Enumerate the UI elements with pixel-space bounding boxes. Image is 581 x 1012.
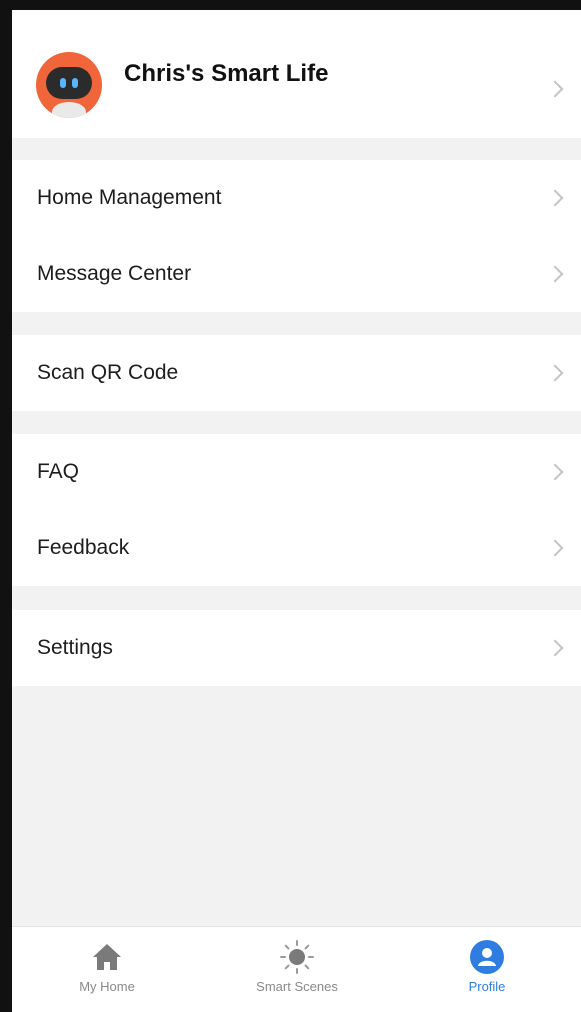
faq-item[interactable]: FAQ	[12, 434, 581, 510]
robot-avatar-icon	[36, 52, 102, 118]
settings-item[interactable]: Settings	[12, 610, 581, 686]
chevron-right-icon	[546, 80, 564, 98]
menu-group-help: FAQ Feedback	[12, 434, 581, 586]
menu-group-settings: Settings	[12, 610, 581, 686]
tab-my-home[interactable]: My Home	[12, 927, 202, 1012]
menu-item-label: Message Center	[37, 262, 192, 285]
tab-label: Smart Scenes	[256, 979, 338, 994]
chevron-right-icon	[546, 364, 564, 382]
chevron-right-icon	[546, 265, 564, 283]
avatar-eye-left	[60, 78, 66, 88]
avatar-body	[52, 102, 86, 118]
feedback-item[interactable]: Feedback	[12, 510, 581, 586]
chevron-right-icon	[546, 639, 564, 657]
device-frame: Chris's Smart Life Home Management Messa…	[0, 0, 581, 1012]
menu-item-label: FAQ	[37, 460, 80, 483]
menu-item-label: Feedback	[37, 536, 130, 559]
house-icon	[93, 944, 121, 970]
home-management-item[interactable]: Home Management	[12, 160, 581, 236]
sun-icon	[280, 940, 314, 974]
person-icon	[470, 940, 504, 974]
menu-group-scan: Scan QR Code	[12, 335, 581, 411]
message-center-item[interactable]: Message Center	[12, 236, 581, 312]
chevron-right-icon	[546, 189, 564, 207]
avatar-eye-right	[72, 78, 78, 88]
tab-label: My Home	[79, 979, 135, 994]
menu-item-label: Settings	[37, 636, 113, 659]
menu-item-label: Home Management	[37, 186, 222, 209]
avatar-face	[46, 67, 92, 99]
chevron-right-icon	[546, 463, 564, 481]
scan-qr-code-item[interactable]: Scan QR Code	[12, 335, 581, 411]
menu-group-home: Home Management Message Center	[12, 160, 581, 312]
profile-header[interactable]: Chris's Smart Life	[12, 10, 581, 138]
tab-label: Profile	[468, 979, 506, 994]
profile-name: Chris's Smart Life	[124, 60, 329, 87]
chevron-right-icon	[546, 539, 564, 557]
bottom-tab-bar: My Home Smart Scenes Profile	[12, 926, 581, 1012]
tab-profile[interactable]: Profile	[392, 927, 581, 1012]
profile-screen: Chris's Smart Life Home Management Messa…	[12, 10, 581, 1012]
menu-item-label: Scan QR Code	[37, 361, 179, 384]
tab-smart-scenes[interactable]: Smart Scenes	[202, 927, 392, 1012]
